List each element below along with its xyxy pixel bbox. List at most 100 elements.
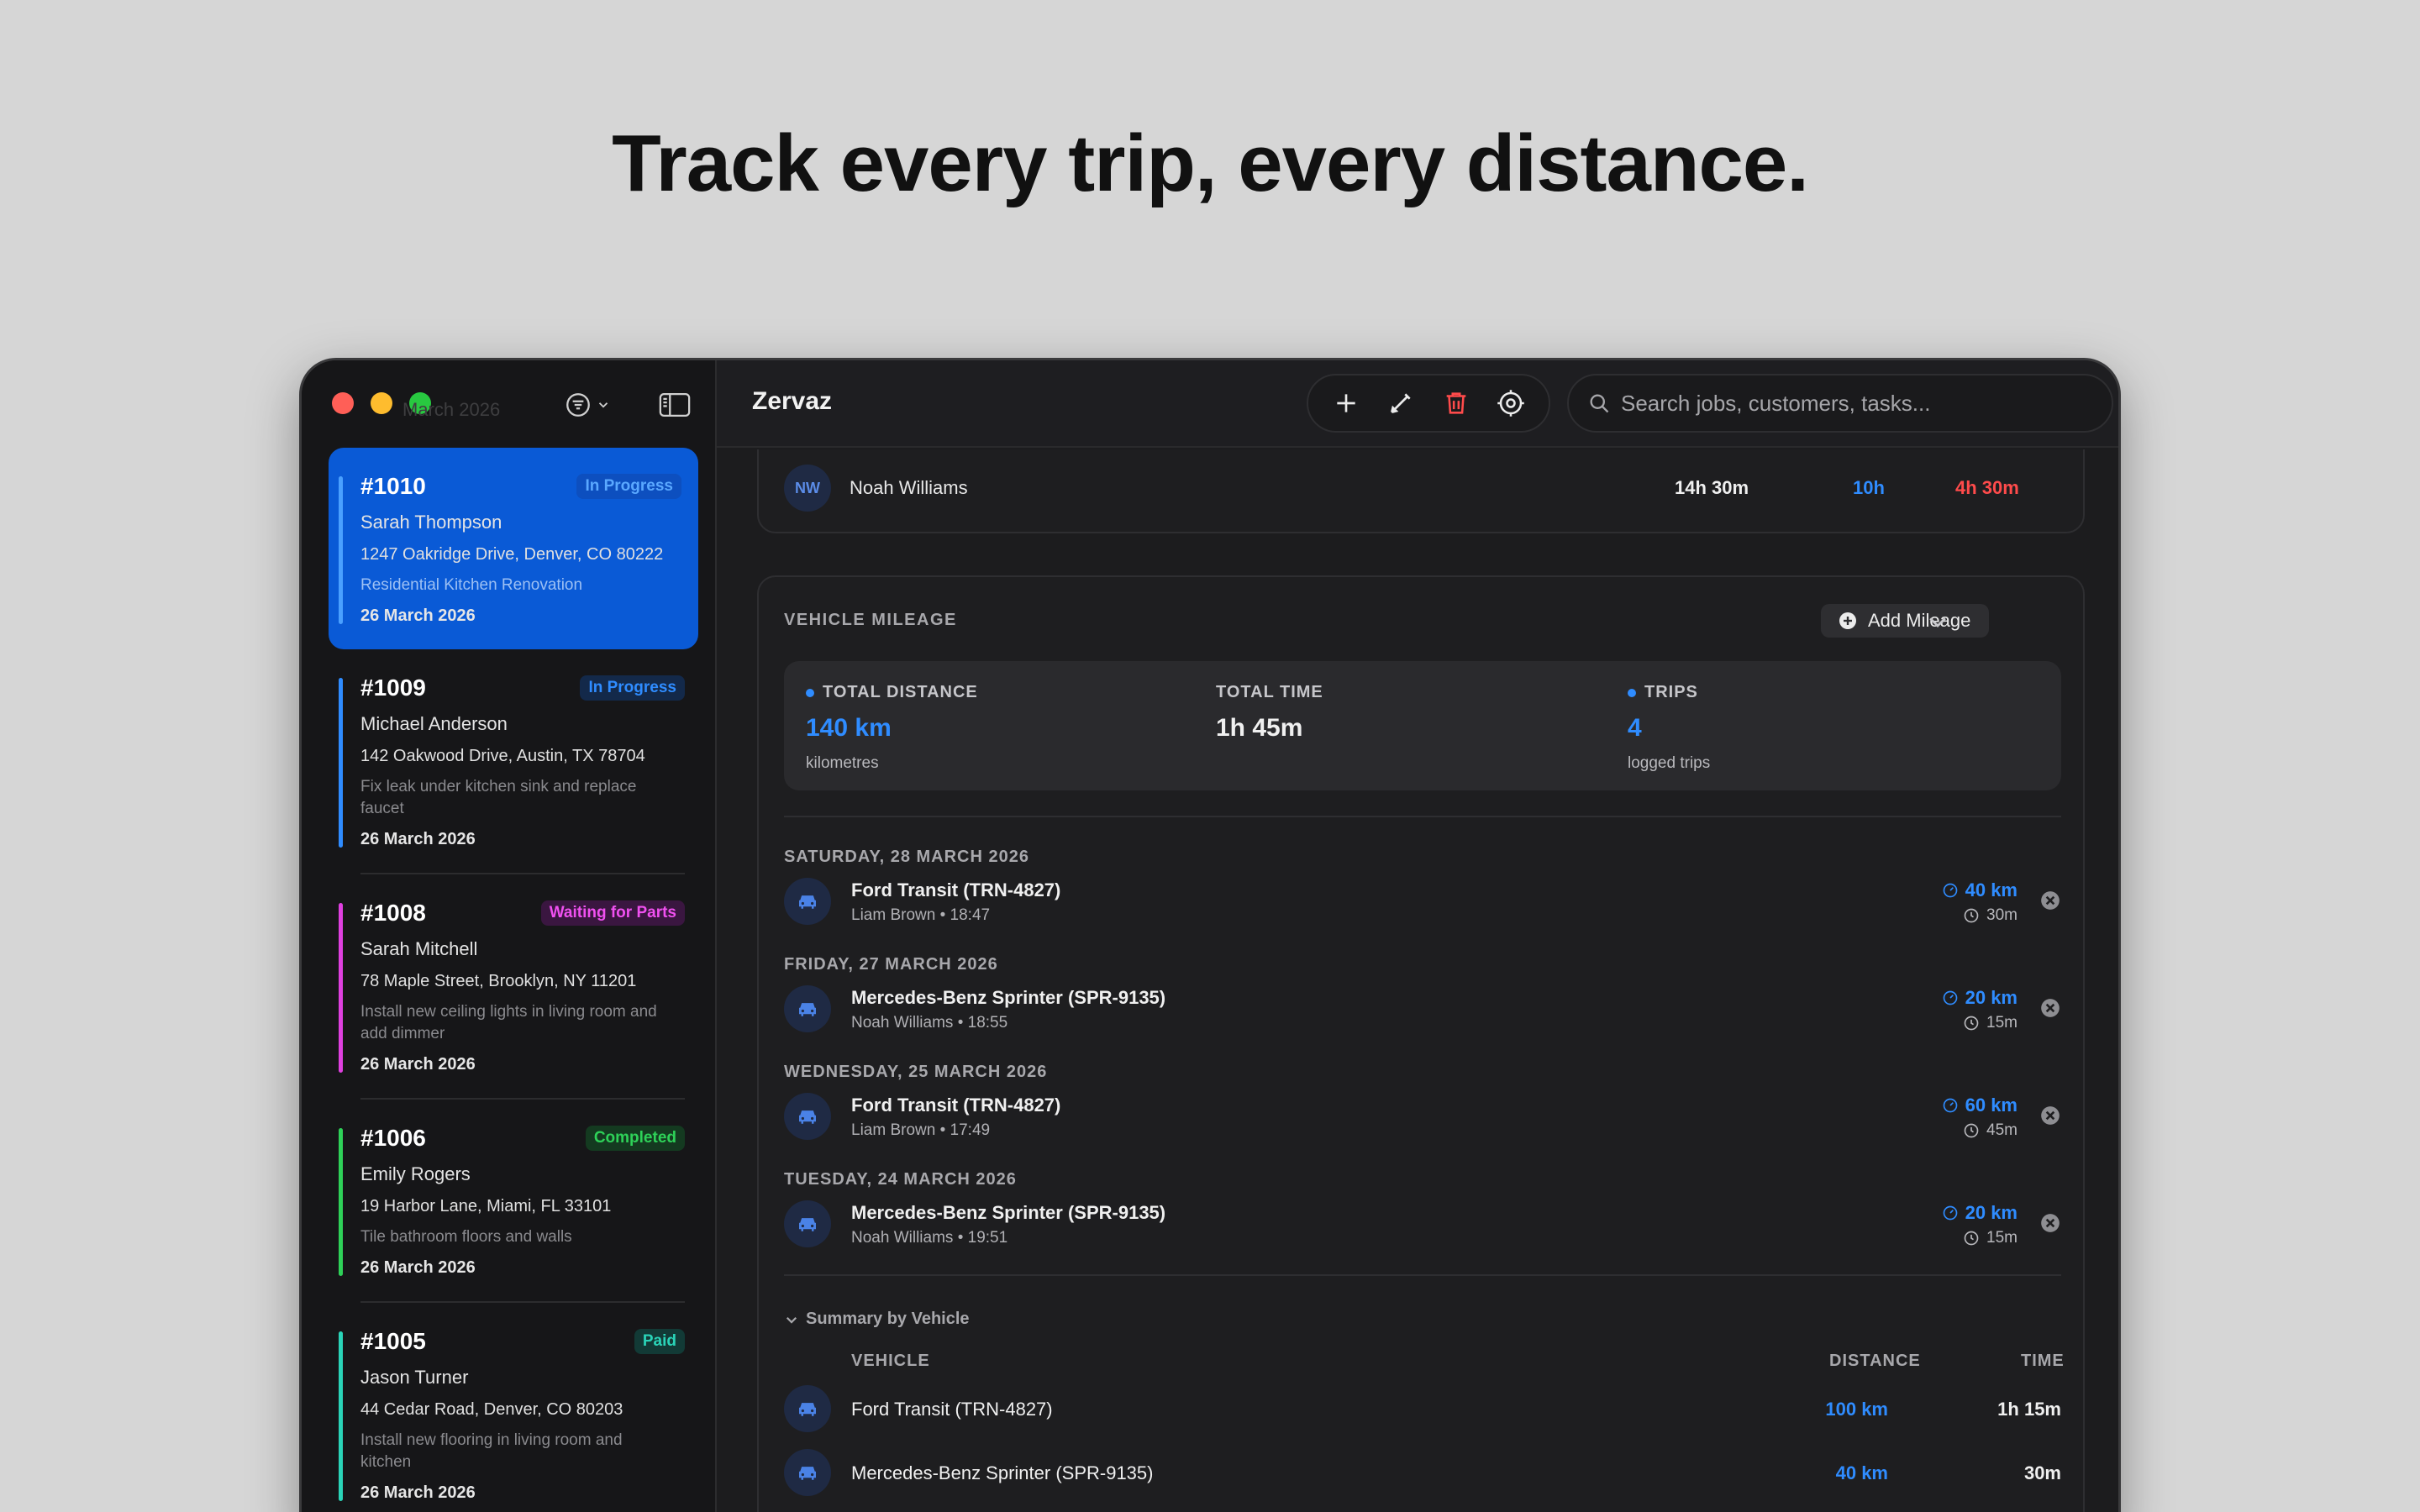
- vehicle-mileage-card: VEHICLE MILEAGE Add Mileage TOTAL DISTAN…: [757, 575, 2085, 1512]
- delete-button[interactable]: [1437, 384, 1476, 423]
- search-input[interactable]: [1621, 390, 2091, 417]
- job-date: 26 March 2026: [360, 1483, 476, 1502]
- summary-row: Mercedes-Benz Sprinter (SPR-9135) 40 km …: [784, 1449, 2061, 1496]
- trip-row[interactable]: Ford Transit (TRN-4827) Liam Brown • 17:…: [784, 1089, 2061, 1143]
- summary-row: Ford Transit (TRN-4827) 100 km 1h 15m: [784, 1385, 2061, 1432]
- close-circle-icon: [2041, 891, 2060, 910]
- job-item-1010[interactable]: #1010 In Progress Sarah Thompson 1247 Oa…: [329, 448, 698, 649]
- divider: [784, 1274, 2061, 1276]
- delete-trip-button[interactable]: [2039, 1212, 2061, 1234]
- trip-row[interactable]: Mercedes-Benz Sprinter (SPR-9135) Noah W…: [784, 982, 2061, 1036]
- edit-button[interactable]: [1381, 384, 1420, 423]
- close-window-button[interactable]: [332, 392, 354, 414]
- job-item-1006[interactable]: #1006 Completed Emily Rogers 19 Harbor L…: [329, 1100, 698, 1301]
- trip-driver-time: Liam Brown • 18:47: [851, 906, 991, 924]
- chevron-down-icon: [786, 1316, 797, 1324]
- stat-sub: kilometres: [806, 754, 879, 772]
- divider: [784, 816, 2061, 817]
- stat-total-distance: TOTAL DISTANCE 140 km kilometres: [806, 683, 978, 773]
- job-description: Tile bathroom floors and walls: [360, 1228, 572, 1246]
- job-customer: Sarah Mitchell: [360, 938, 478, 959]
- trip-driver-time: Noah Williams • 18:55: [851, 1014, 1008, 1032]
- job-date: 26 March 2026: [360, 830, 476, 848]
- job-address: 1247 Oakridge Drive, Denver, CO 80222: [360, 545, 664, 564]
- job-status-bar: [339, 476, 343, 624]
- trip-distance: 40 km: [1965, 879, 2018, 900]
- labour-billed: 10h: [1853, 477, 1885, 498]
- delete-trip-button[interactable]: [2039, 997, 2061, 1019]
- trip-vehicle: Mercedes-Benz Sprinter (SPR-9135): [851, 987, 1166, 1008]
- trip-driver-time: Liam Brown • 17:49: [851, 1121, 991, 1139]
- car-icon: [784, 1200, 831, 1247]
- chevron-down-icon: [598, 402, 608, 408]
- job-description: Fix leak under kitchen sink and replace …: [360, 778, 637, 817]
- job-address: 19 Harbor Lane, Miami, FL 33101: [360, 1197, 612, 1215]
- job-customer: Sarah Thompson: [360, 512, 502, 533]
- summary-vehicle: Ford Transit (TRN-4827): [851, 1399, 1053, 1420]
- dot-icon: [1628, 688, 1636, 697]
- page-headline: Track every trip, every distance.: [612, 118, 1809, 208]
- job-number: #1006: [360, 1125, 426, 1151]
- stat-total-time: TOTAL TIME 1h 45m: [1216, 683, 1323, 743]
- filter-menu-button[interactable]: [564, 391, 618, 419]
- settings-button[interactable]: [1491, 384, 1530, 423]
- gauge-icon: [1943, 1098, 1957, 1113]
- job-number: #1005: [360, 1328, 426, 1354]
- trip-row[interactable]: Ford Transit (TRN-4827) Liam Brown • 18:…: [784, 874, 2061, 928]
- trip-distance: 20 km: [1965, 1202, 2018, 1223]
- main-content: NW Noah Williams 14h 30m 10h 4h 30m VEHI…: [717, 449, 2118, 1512]
- column-header-distance: DISTANCE: [1829, 1352, 1921, 1370]
- summary-toggle[interactable]: Summary by Vehicle: [784, 1310, 970, 1329]
- job-number: #1009: [360, 675, 426, 701]
- car-icon: [784, 1449, 831, 1496]
- car-icon: [784, 1385, 831, 1432]
- avatar: NW: [784, 465, 831, 512]
- trip-vehicle: Mercedes-Benz Sprinter (SPR-9135): [851, 1202, 1166, 1223]
- sidebar: March 2026 #1010 In Progress Sarah Thomp…: [302, 360, 717, 1512]
- trip-distance: 20 km: [1965, 987, 2018, 1008]
- search-icon: [1590, 394, 1609, 413]
- gauge-icon: [1943, 990, 1957, 1005]
- job-item-1008[interactable]: #1008 Waiting for Parts Sarah Mitchell 7…: [329, 874, 698, 1098]
- add-mileage-button[interactable]: Add Mileage: [1821, 604, 1990, 638]
- status-badge: Paid: [634, 1329, 685, 1354]
- status-badge: In Progress: [576, 474, 681, 499]
- stat-value: 140 km: [806, 714, 892, 742]
- job-customer: Emily Rogers: [360, 1163, 471, 1184]
- car-icon: [784, 1093, 831, 1140]
- trip-distance: 60 km: [1965, 1095, 2018, 1116]
- trip-row[interactable]: Mercedes-Benz Sprinter (SPR-9135) Noah W…: [784, 1197, 2061, 1251]
- labour-remaining: 4h 30m: [1955, 477, 2019, 498]
- trip-duration: 15m: [1986, 1229, 2018, 1247]
- delete-trip-button[interactable]: [2039, 890, 2061, 911]
- minimize-window-button[interactable]: [371, 392, 392, 414]
- stat-label: TOTAL TIME: [1216, 683, 1323, 701]
- search-bar[interactable]: [1567, 374, 2113, 433]
- day-label: WEDNESDAY, 25 MARCH 2026: [784, 1063, 1048, 1081]
- summary-toggle-label: Summary by Vehicle: [806, 1310, 970, 1328]
- day-label: TUESDAY, 24 MARCH 2026: [784, 1170, 1017, 1189]
- close-circle-icon: [2041, 999, 2060, 1017]
- toolbar: Zervaz: [717, 360, 2118, 448]
- job-item-1005[interactable]: #1005 Paid Jason Turner 44 Cedar Road, D…: [329, 1303, 698, 1512]
- job-list: #1010 In Progress Sarah Thompson 1247 Oa…: [329, 448, 698, 1512]
- stat-label: TOTAL DISTANCE: [823, 683, 978, 701]
- app-title: Zervaz: [752, 387, 833, 415]
- delete-trip-button[interactable]: [2039, 1105, 2061, 1126]
- car-icon: [784, 878, 831, 925]
- close-circle-icon: [2041, 1214, 2060, 1232]
- car-icon: [784, 985, 831, 1032]
- add-mileage-label: Add Mileage: [1868, 610, 1971, 631]
- collapse-button[interactable]: [1925, 609, 1950, 634]
- stat-value: 1h 45m: [1216, 714, 1303, 742]
- stat-sub: logged trips: [1628, 754, 1711, 772]
- column-header-time: TIME: [2021, 1352, 2065, 1370]
- gauge-icon: [1943, 883, 1957, 898]
- job-address: 78 Maple Street, Brooklyn, NY 11201: [360, 972, 637, 990]
- job-number: #1010: [360, 473, 426, 499]
- sidebar-toggle-button[interactable]: [658, 391, 692, 419]
- status-badge: Waiting for Parts: [540, 900, 685, 926]
- clock-icon: [1964, 1123, 1979, 1138]
- add-button[interactable]: [1327, 384, 1365, 423]
- job-item-1009[interactable]: #1009 In Progress Michael Anderson 142 O…: [329, 649, 698, 873]
